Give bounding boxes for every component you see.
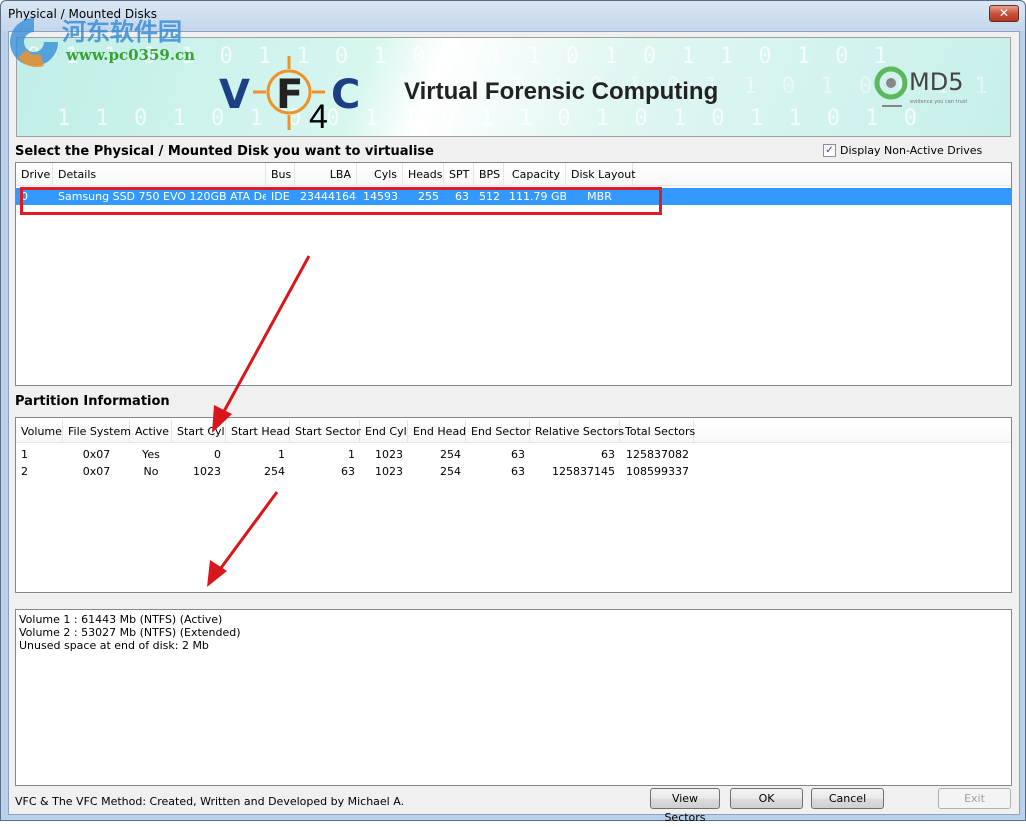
vfc-logo: V F C 4	[217, 52, 377, 136]
cell-file-system: 0x07	[82, 448, 111, 461]
cell-disk-layout: MBR	[587, 190, 612, 203]
logo-letter-v: V	[219, 72, 250, 118]
column-header-volume[interactable]: Volume	[16, 420, 63, 442]
column-header-end-cyl[interactable]: End Cyl	[360, 420, 408, 442]
cell-end-head: 254	[440, 448, 461, 461]
banner-binary-pattern: 1 1 0 1 0 1 0 0 1 1 0 1 1 0 1 0 1 0 1 1 …	[57, 106, 924, 131]
cell-total-sectors: 108599337	[626, 465, 689, 478]
md5-text: MD5	[909, 68, 964, 96]
cell-total-sectors: 125837082	[626, 448, 689, 461]
summary-line: Volume 2 : 53027 Mb (NTFS) (Extended)	[19, 626, 241, 639]
view-sectors-button[interactable]: View Sectors	[650, 788, 720, 824]
partition-row[interactable]: 1 0x07 Yes 0 1 1 1023 254 63 63 12583708…	[16, 446, 1011, 463]
logo-letter-f: F	[276, 72, 304, 118]
column-header-bps[interactable]: BPS	[474, 163, 504, 185]
partition-section-label: Partition Information	[15, 394, 170, 409]
logo-letter-c: C	[331, 72, 361, 118]
column-header-start-head[interactable]: Start Head	[226, 420, 290, 442]
display-non-active-label: Display Non-Active Drives	[840, 144, 983, 157]
cell-end-cyl: 1023	[375, 465, 403, 478]
cell-start-cyl: 1023	[193, 465, 221, 478]
row-fill	[633, 188, 1011, 205]
column-header-file-system[interactable]: File System	[63, 420, 131, 442]
cell-volume: 2	[21, 465, 28, 478]
column-header-active[interactable]: Active	[130, 420, 172, 442]
summary-line: Volume 1 : 61443 Mb (NTFS) (Active)	[19, 613, 223, 626]
client-area: 0 1 1 0 1 0 1 1 0 1 0 0 1 1 0 1 0 1 1 0 …	[8, 31, 1020, 824]
disk-list-header: Drive Details Bus LBA Cyls Heads SPT BPS…	[16, 163, 1011, 186]
column-header-end-head[interactable]: End Head	[408, 420, 466, 442]
column-header-relative-sectors[interactable]: Relative Sectors	[530, 420, 624, 442]
disk-list[interactable]: Drive Details Bus LBA Cyls Heads SPT BPS…	[15, 162, 1012, 386]
cell-start-sector: 63	[341, 465, 355, 478]
cell-relative-sectors: 63	[601, 448, 615, 461]
partition-list[interactable]: Volume File System Active Start Cyl Star…	[15, 417, 1012, 593]
column-header-cyls[interactable]: Cyls	[357, 163, 403, 185]
partition-list-header: Volume File System Active Start Cyl Star…	[16, 420, 1011, 443]
column-header-details[interactable]: Details	[53, 163, 266, 185]
column-header-heads[interactable]: Heads	[403, 163, 444, 185]
column-header-disk-layout[interactable]: Disk Layout	[566, 163, 636, 185]
column-header-end-sector[interactable]: End Sector	[466, 420, 531, 442]
cancel-button[interactable]: Cancel	[811, 788, 884, 809]
md5-logo: MD5 evidence you can trust	[874, 64, 974, 114]
cell-bps: 512	[479, 190, 500, 203]
close-button[interactable]: ✕	[989, 5, 1019, 22]
credit-text: VFC & The VFC Method: Created, Written a…	[15, 795, 405, 808]
exit-button[interactable]: Exit	[938, 788, 1011, 809]
disk-section-label: Select the Physical / Mounted Disk you w…	[15, 144, 434, 159]
banner-binary-pattern: 0 1 1 0 1 0 1 1 0 1 0 0 1 1 0 1 0 1 1 0 …	[27, 44, 894, 69]
cell-file-system: 0x07	[82, 465, 111, 478]
title-bar[interactable]: Physical / Mounted Disks ✕	[1, 1, 1025, 31]
cell-details: Samsung SSD 750 EVO 120GB ATA Device	[58, 190, 266, 203]
column-header-bus[interactable]: Bus	[266, 163, 295, 185]
cell-active: Yes	[142, 448, 160, 461]
dialog-window: Physical / Mounted Disks ✕ 0 1 1 0 1 0 1…	[0, 0, 1026, 824]
cell-lba: 234441648	[300, 190, 357, 203]
cell-end-head: 254	[440, 465, 461, 478]
close-icon: ✕	[998, 6, 1010, 20]
cell-start-sector: 1	[348, 448, 355, 461]
ok-button[interactable]: OK	[730, 788, 803, 809]
column-header-capacity[interactable]: Capacity	[504, 163, 566, 185]
md5-tagline: evidence you can trust	[910, 99, 968, 105]
window-title: Physical / Mounted Disks	[8, 7, 157, 21]
cell-capacity: 111.79 GB	[509, 190, 566, 203]
cell-cyls: 14593	[363, 190, 398, 203]
logo-version: 4	[309, 98, 328, 136]
summary-line: Unused space at end of disk: 2 Mb	[19, 639, 209, 652]
cell-spt: 63	[455, 190, 469, 203]
cell-active: No	[143, 465, 159, 478]
cell-start-head: 254	[264, 465, 285, 478]
cell-end-cyl: 1023	[375, 448, 403, 461]
display-non-active-checkbox[interactable]: ✓ Display Non-Active Drives	[823, 144, 982, 157]
cell-bus: IDE	[271, 190, 290, 203]
column-header-drive[interactable]: Drive	[16, 163, 53, 185]
banner: 0 1 1 0 1 0 1 1 0 1 0 0 1 1 0 1 0 1 1 0 …	[16, 37, 1011, 137]
column-header-total-sectors[interactable]: Total Sectors	[620, 420, 695, 442]
cell-volume: 1	[21, 448, 28, 461]
cell-relative-sectors: 125837145	[552, 465, 615, 478]
checkmark-icon[interactable]: ✓	[823, 144, 836, 157]
md5-ring-icon	[874, 66, 908, 107]
cell-drive: 0	[21, 190, 28, 203]
cell-end-sector: 63	[511, 465, 525, 478]
column-header-spt[interactable]: SPT	[444, 163, 474, 185]
column-header-start-cyl[interactable]: Start Cyl	[172, 420, 226, 442]
partition-row[interactable]: 2 0x07 No 1023 254 63 1023 254 63 125837…	[16, 463, 1011, 480]
disk-row[interactable]: 0 Samsung SSD 750 EVO 120GB ATA Device I…	[16, 188, 1011, 205]
partition-summary-textbox[interactable]: Volume 1 : 61443 Mb (NTFS) (Active) Volu…	[15, 609, 1012, 786]
cell-heads: 255	[418, 190, 439, 203]
cell-end-sector: 63	[511, 448, 525, 461]
cell-start-cyl: 0	[214, 448, 221, 461]
cell-start-head: 1	[278, 448, 285, 461]
banner-title: Virtual Forensic Computing	[404, 78, 719, 105]
column-header-start-sector[interactable]: Start Sector	[290, 420, 361, 442]
column-header-lba[interactable]: LBA	[295, 163, 357, 185]
